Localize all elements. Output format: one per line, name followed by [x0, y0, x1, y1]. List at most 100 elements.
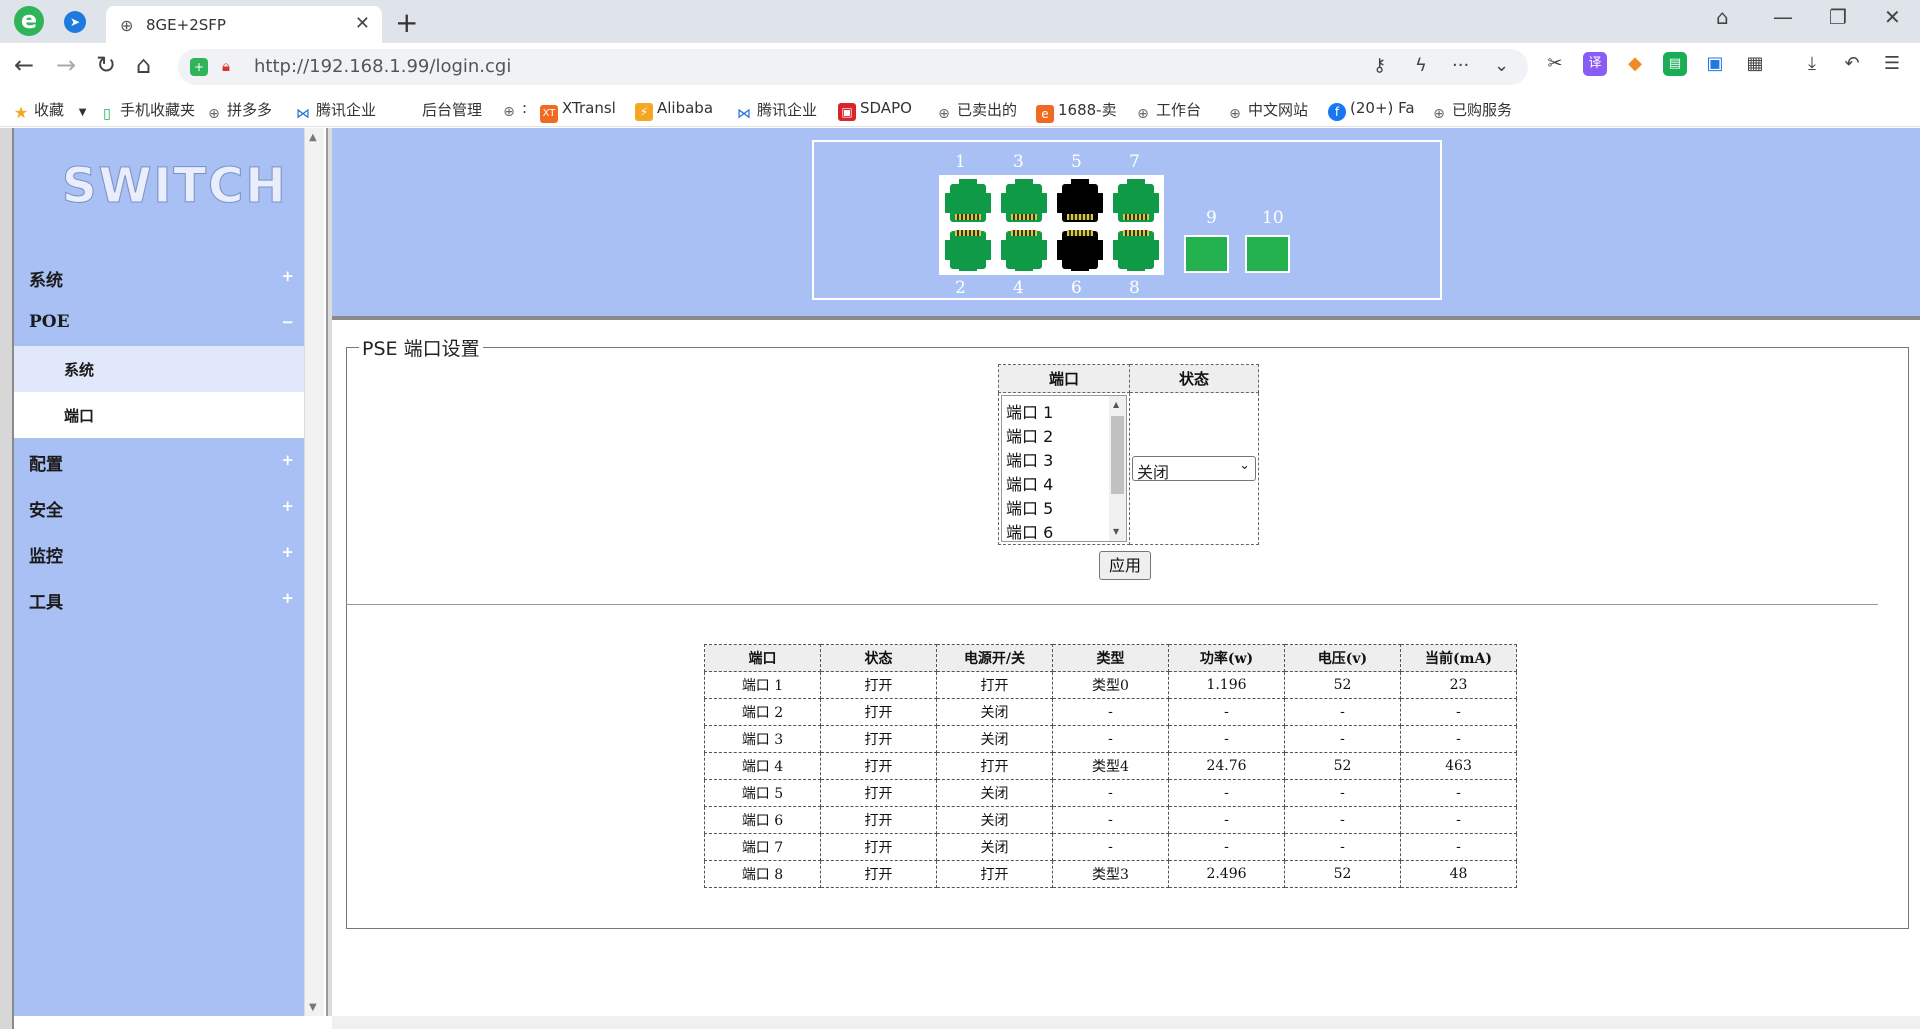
restore-icon[interactable]: ❐: [1829, 5, 1847, 29]
undo-icon[interactable]: ↶: [1840, 52, 1864, 76]
home-icon[interactable]: ⌂: [136, 51, 151, 79]
apps-grid-icon[interactable]: ▦: [1743, 52, 1767, 76]
apply-button[interactable]: 应用: [1099, 551, 1151, 580]
bookmark-item[interactable]: ⊕ 中文网站: [1226, 99, 1308, 123]
bookmark-item[interactable]: ⊕ 已购服务: [1430, 99, 1512, 123]
close-tab-icon[interactable]: ✕: [355, 13, 370, 34]
screen-icon[interactable]: ▣: [1703, 52, 1727, 76]
menu-system[interactable]: 系统 +: [14, 254, 304, 300]
more-icon[interactable]: ···: [1452, 55, 1469, 76]
bookmark-item[interactable]: f (20+) Fa: [1328, 99, 1415, 121]
status-select[interactable]: 关闭 ⌄: [1132, 456, 1256, 482]
bookmark-item[interactable]: ▣ SDAPO: [838, 99, 912, 121]
menu-tools[interactable]: 工具 +: [14, 576, 304, 622]
close-window-icon[interactable]: ✕: [1884, 5, 1901, 29]
chevron-down-icon[interactable]: ⌄: [1494, 55, 1509, 76]
chevron-down-icon[interactable]: ▼: [79, 107, 87, 118]
reload-icon[interactable]: ↻: [96, 51, 116, 79]
bookmark-item[interactable]: ⚡ Alibaba: [635, 99, 713, 121]
listbox-option[interactable]: 端口 1: [1006, 399, 1053, 423]
table-cell: 打开: [820, 860, 937, 888]
bookmark-item[interactable]: 后台管理: [422, 99, 482, 120]
rj45-port-1[interactable]: [943, 179, 993, 224]
scroll-thumb[interactable]: [1111, 416, 1124, 494]
poe-status-table: 端口 状态 电源开/关 类型 功率(w) 电压(v) 当前(mA) 端口 1 打开…: [704, 644, 1517, 888]
rj45-port-2[interactable]: [943, 226, 993, 271]
sfp-number: 9: [1206, 208, 1217, 228]
new-tab-icon[interactable]: +: [395, 6, 418, 39]
sfp-port-9[interactable]: [1184, 235, 1229, 273]
submenu-poe-system[interactable]: 系统: [14, 346, 304, 392]
scroll-down-icon[interactable]: ▼: [309, 1002, 317, 1013]
rj45-port-5[interactable]: [1055, 179, 1105, 224]
scroll-up-icon[interactable]: ▲: [1113, 400, 1119, 409]
download-icon[interactable]: ⤓: [1800, 52, 1824, 76]
expand-icon[interactable]: +: [281, 451, 294, 469]
scroll-up-icon[interactable]: ▲: [309, 132, 317, 143]
bookmark-favorites[interactable]: ★ 收藏 ▼: [12, 99, 87, 122]
book-icon[interactable]: ▤: [1663, 52, 1687, 76]
insecure-lock-icon[interactable]: 🔒︎: [222, 57, 230, 75]
url-text[interactable]: http://192.168.1.99/login.cgi: [254, 56, 511, 77]
listbox-option[interactable]: 端口 4: [1006, 471, 1053, 495]
rj45-port-8[interactable]: [1111, 226, 1161, 271]
expand-icon[interactable]: +: [281, 543, 294, 561]
collapse-icon[interactable]: −: [281, 313, 294, 331]
listbox-scrollbar[interactable]: ▲ ▼: [1109, 396, 1126, 541]
port-listbox[interactable]: 端口 1 端口 2 端口 3 端口 4 端口 5 端口 6 ▲ ▼: [1001, 395, 1127, 542]
lightning-icon[interactable]: ϟ: [1415, 55, 1427, 76]
menu-icon[interactable]: ☰: [1880, 52, 1904, 76]
bookmark-item[interactable]: ⋈ 腾讯企业: [735, 99, 817, 123]
bookmark-item[interactable]: ⊕ 拼多多: [205, 99, 272, 123]
expand-icon[interactable]: +: [281, 497, 294, 515]
sidebar-scrollbar[interactable]: ▲ ▼: [304, 128, 324, 1016]
table-row: 端口 4 打开 打开 类型4 24.76 52 463: [704, 752, 1517, 780]
key-icon[interactable]: ⚷: [1373, 55, 1386, 76]
bookmark-item[interactable]: ⊕:: [500, 99, 527, 121]
rj45-port-4[interactable]: [999, 226, 1049, 271]
bookmark-item[interactable]: ⊕ 工作台: [1134, 99, 1201, 123]
scroll-down-icon[interactable]: ▼: [1113, 527, 1119, 536]
back-icon[interactable]: ←: [14, 51, 34, 79]
sfp-port-10[interactable]: [1245, 235, 1290, 273]
menu-monitor[interactable]: 监控 +: [14, 530, 304, 576]
game-icon[interactable]: ◆: [1623, 52, 1647, 76]
listbox-option[interactable]: 端口 6: [1006, 519, 1053, 541]
translate-icon[interactable]: 译: [1583, 52, 1607, 76]
menu-poe[interactable]: POE −: [14, 300, 304, 346]
minimize-icon[interactable]: —: [1773, 5, 1793, 29]
bookmark-item[interactable]: ⊕ 已卖出的: [935, 99, 1017, 123]
expand-icon[interactable]: +: [281, 267, 294, 285]
table-row: 端口 1 打开 打开 类型0 1.196 52 23: [704, 671, 1517, 699]
expand-icon[interactable]: +: [281, 589, 294, 607]
skin-icon[interactable]: ⌂: [1716, 5, 1729, 29]
table-row: 端口 3 打开 关闭 - - - -: [704, 725, 1517, 753]
pinned-tab-icon[interactable]: ➤: [64, 11, 86, 33]
url-bar[interactable]: + 🔒︎ http://192.168.1.99/login.cgi ⚷ ϟ ·…: [178, 49, 1528, 85]
rj45-port-6[interactable]: [1055, 226, 1105, 271]
bookmark-item[interactable]: ▯ 手机收藏夹: [98, 99, 195, 123]
browser-tab[interactable]: ⊕ 8GE+2SFP ✕: [106, 6, 382, 43]
browser-logo-icon[interactable]: e: [14, 6, 44, 36]
column-header: 功率(w): [1168, 644, 1285, 672]
bookmark-item[interactable]: ⋈ 腾讯企业: [294, 99, 376, 123]
bookmark-item[interactable]: e 1688-卖: [1036, 99, 1117, 123]
rj45-port-7[interactable]: [1111, 179, 1161, 224]
menu-security[interactable]: 安全 +: [14, 484, 304, 530]
bookmark-item[interactable]: XT XTransl: [540, 99, 616, 123]
listbox-option[interactable]: 端口 5: [1006, 495, 1053, 519]
listbox-option[interactable]: 端口 2: [1006, 423, 1053, 447]
table-cell: -: [1400, 779, 1517, 807]
rj45-port-3[interactable]: [999, 179, 1049, 224]
submenu-poe-port[interactable]: 端口: [14, 392, 304, 438]
divider: [346, 604, 1878, 605]
bookmarks-bar: ★ 收藏 ▼ ▯ 手机收藏夹 ⊕ 拼多多 ⋈ 腾讯企业 后台管理 ⊕: XT XTrans…: [0, 91, 1920, 127]
forward-icon[interactable]: →: [56, 51, 76, 79]
horizontal-scrollbar[interactable]: [332, 1016, 1920, 1029]
menu-config[interactable]: 配置 +: [14, 438, 304, 484]
table-row: 端口 8 打开 打开 类型3 2.496 52 48: [704, 860, 1517, 888]
listbox-option[interactable]: 端口 3: [1006, 447, 1053, 471]
table-cell: 关闭: [936, 833, 1053, 861]
scissors-icon[interactable]: ✂: [1543, 52, 1567, 76]
shield-icon: +: [190, 58, 208, 76]
